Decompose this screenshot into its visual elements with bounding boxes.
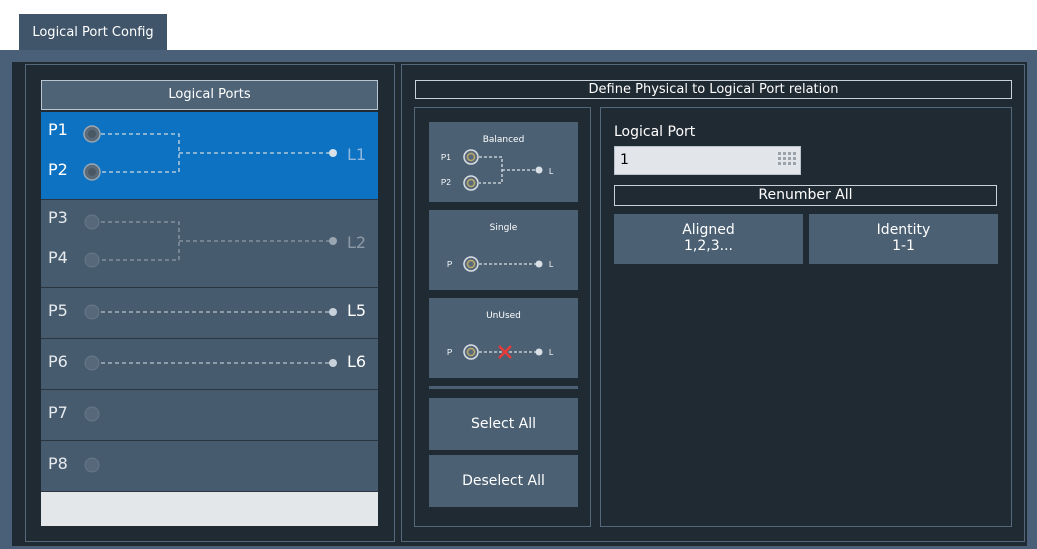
logical-ports-header: Logical Ports [41,80,378,110]
port-row-p8[interactable]: P8 [41,441,378,492]
renumber-all-header: Renumber All [614,185,997,206]
deselect-all-button[interactable]: Deselect All [429,455,578,507]
aligned-subtitle: 1,2,3... [684,238,733,254]
balanced-icon: P1 P2 L [441,149,554,191]
single-connection-diagram [84,304,337,320]
unused-p-label: P [447,348,452,357]
port-row-p6[interactable]: P6 L6 [41,339,378,390]
balanced-p2-label: P2 [441,178,451,187]
port-row-p7[interactable]: P7 [41,390,378,441]
port-row-p3-p4[interactable]: P3 P4 L2 [41,200,378,288]
balanced-connection-diagram [83,125,337,181]
unused-button[interactable]: UnUsed P L [429,298,578,378]
port-label: P6 [48,352,68,371]
port-label: P3 [48,208,68,227]
unused-port-connector-icon [84,406,100,422]
tab-logical-port-config[interactable]: Logical Port Config [19,14,167,52]
logical-ports-footer [41,492,378,526]
unused-port-connector-icon [84,457,100,473]
keypad-icon[interactable] [778,152,796,166]
balanced-l-label: L [549,167,554,176]
port-label: P8 [48,454,68,473]
select-all-button[interactable]: Select All [429,398,578,450]
identity-button[interactable]: Identity 1-1 [809,214,998,264]
port-label: P2 [48,160,68,179]
single-connection-diagram [84,355,337,371]
port-label: P5 [48,301,68,320]
unused-l-label: L [549,348,554,357]
single-button[interactable]: Single P L [429,210,578,290]
balanced-p1-label: P1 [441,153,451,162]
aligned-button[interactable]: Aligned 1,2,3... [614,214,803,264]
balanced-connection-diagram [84,214,337,268]
port-label: P7 [48,403,68,422]
identity-title: Identity [876,222,931,238]
port-label: P1 [48,120,68,139]
logical-port-label: L1 [347,145,367,164]
define-relation-header: Define Physical to Logical Port relation [415,80,1012,99]
logical-port-input[interactable]: 1 [614,146,801,175]
port-row-p5[interactable]: P5 L5 [41,288,378,339]
unused-icon: P L [447,344,554,360]
logical-port-label: L5 [347,301,367,320]
port-row-p1-p2[interactable]: P1 P2 L1 [41,112,378,200]
single-p-label: P [447,260,452,269]
port-label: P4 [48,248,68,267]
logical-port-label: L2 [347,233,367,252]
aligned-title: Aligned [682,222,735,238]
single-l-label: L [549,260,554,269]
single-icon: P L [447,256,554,272]
logical-port-label: L6 [347,352,367,371]
logical-ports-list: P1 P2 L1 P3 P4 L2 P5 L5 P6 L6 P7 P8 [41,112,378,492]
identity-subtitle: 1-1 [892,238,915,254]
balanced-button[interactable]: Balanced P1 P2 L [429,122,578,202]
logical-port-label: Logical Port [614,124,696,140]
separator [429,386,578,389]
